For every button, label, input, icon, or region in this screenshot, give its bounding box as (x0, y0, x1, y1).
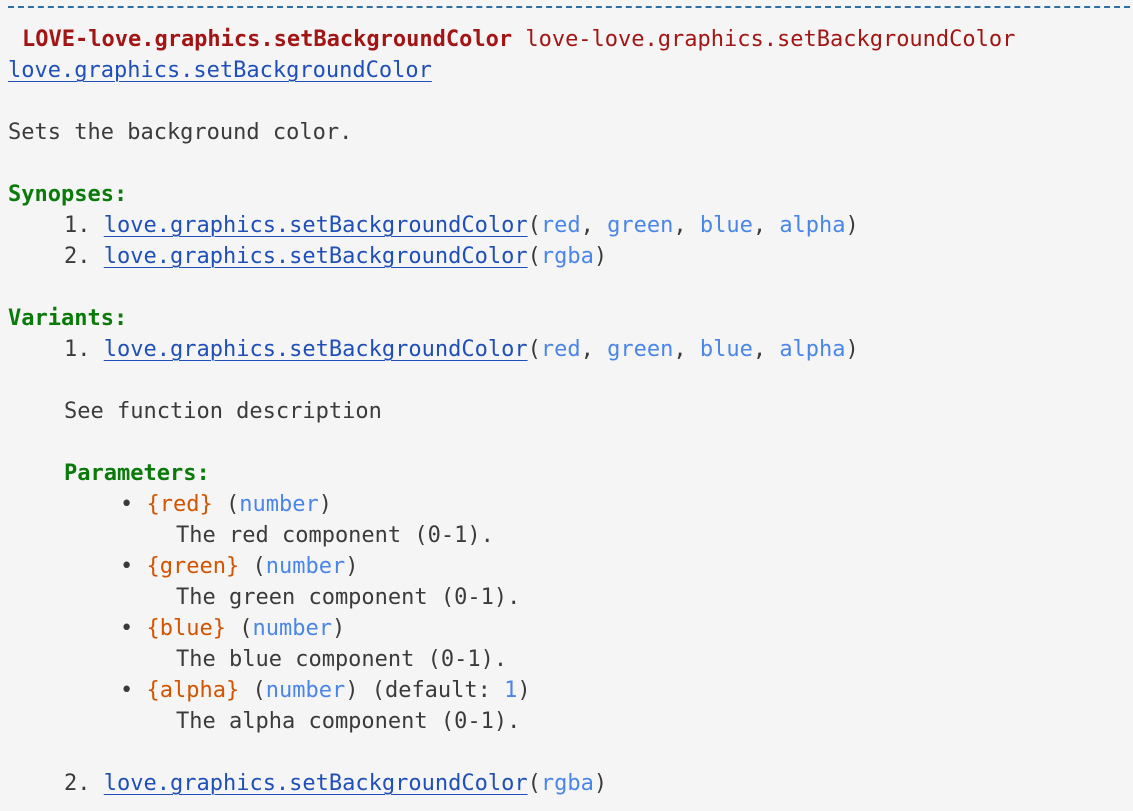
param-green: • {green} (number) (120, 551, 358, 582)
arg-separator: , (673, 337, 700, 362)
doc-header: LOVE-love.graphics.setBackgroundColor lo… (22, 24, 1015, 55)
bullet-icon: • (120, 678, 134, 703)
arg-green: green (607, 337, 674, 362)
header-function-link[interactable]: love.graphics.setBackgroundColor (8, 58, 432, 83)
open-paren: ( (527, 244, 541, 269)
synopses-heading: Synopses: (8, 182, 128, 207)
param-description: The green component (0-1). (176, 585, 521, 610)
open-paren: ( (252, 678, 266, 703)
synopsis-number: 1. (64, 213, 91, 238)
arg-separator: , (580, 337, 608, 362)
arg-red: red (540, 337, 581, 362)
arg-red: red (540, 213, 581, 238)
close-paren: ) (593, 244, 608, 269)
dashed-separator (8, 6, 1130, 8)
default-label: (default: (371, 678, 505, 703)
synopsis-function-link[interactable]: love.graphics.setBackgroundColor (104, 213, 528, 238)
param-description: The blue component (0-1). (176, 647, 508, 672)
param-name: {green} (146, 554, 240, 579)
variants-heading: Variants: (8, 306, 128, 331)
param-name: {red} (146, 492, 213, 517)
close-paren: ) (345, 678, 359, 703)
synopsis-function-link[interactable]: love.graphics.setBackgroundColor (104, 244, 528, 269)
synopsis-item-2: 2. love.graphics.setBackgroundColor(rgba… (64, 241, 607, 272)
header-tag: love-love.graphics.setBackgroundColor (525, 27, 1016, 52)
close-paren: ) (845, 337, 859, 362)
description: Sets the background color. (8, 120, 353, 145)
arg-separator: , (752, 337, 780, 362)
header-bold-tag: LOVE-love.graphics.setBackgroundColor (22, 27, 513, 52)
open-paren: ( (225, 492, 240, 517)
header-link-line: love.graphics.setBackgroundColor (8, 55, 432, 86)
param-description: The red component (0-1). (176, 523, 494, 548)
arg-rgba: rgba (540, 771, 594, 796)
synopsis-number: 2. (64, 244, 91, 269)
open-paren: ( (239, 616, 253, 641)
param-type: number (265, 678, 346, 703)
arg-rgba: rgba (540, 244, 594, 269)
variant-number: 2. (64, 771, 91, 796)
close-paren: ) (318, 492, 332, 517)
bullet-icon: • (120, 492, 134, 517)
open-paren: ( (527, 771, 541, 796)
arg-blue: blue (699, 213, 753, 238)
variant-function-link[interactable]: love.graphics.setBackgroundColor (104, 771, 528, 796)
arg-green: green (607, 213, 674, 238)
variant-description: See function description (64, 399, 382, 424)
param-name: {blue} (146, 616, 226, 641)
close-paren: ) (331, 616, 346, 641)
arg-alpha: alpha (779, 337, 846, 362)
arg-separator: , (752, 213, 780, 238)
variant-item-2: 2. love.graphics.setBackgroundColor(rgba… (64, 768, 607, 799)
param-alpha: • {alpha} (number) (default: 1) (120, 675, 531, 706)
close-paren: ) (845, 213, 859, 238)
arg-separator: , (580, 213, 608, 238)
close-paren: ) (517, 678, 531, 703)
param-type: number (265, 554, 346, 579)
arg-blue: blue (699, 337, 753, 362)
param-red: • {red} (number) (120, 489, 332, 520)
default-value: 1 (504, 678, 518, 703)
parameters-heading: Parameters: (64, 461, 210, 486)
open-paren: ( (527, 213, 541, 238)
variant-item-1: 1. love.graphics.setBackgroundColor(red,… (64, 334, 859, 365)
open-paren: ( (527, 337, 541, 362)
param-type: number (239, 492, 319, 517)
arg-alpha: alpha (779, 213, 846, 238)
param-type: number (252, 616, 332, 641)
variant-function-link[interactable]: love.graphics.setBackgroundColor (104, 337, 528, 362)
close-paren: ) (593, 771, 608, 796)
close-paren: ) (345, 554, 359, 579)
open-paren: ( (252, 554, 266, 579)
param-description: The alpha component (0-1). (176, 709, 521, 734)
param-name: {alpha} (146, 678, 240, 703)
bullet-icon: • (120, 554, 134, 579)
arg-separator: , (673, 213, 700, 238)
variant-number: 1. (64, 337, 91, 362)
synopsis-item-1: 1. love.graphics.setBackgroundColor(red,… (64, 210, 859, 241)
param-blue: • {blue} (number) (120, 613, 345, 644)
bullet-icon: • (120, 616, 134, 641)
